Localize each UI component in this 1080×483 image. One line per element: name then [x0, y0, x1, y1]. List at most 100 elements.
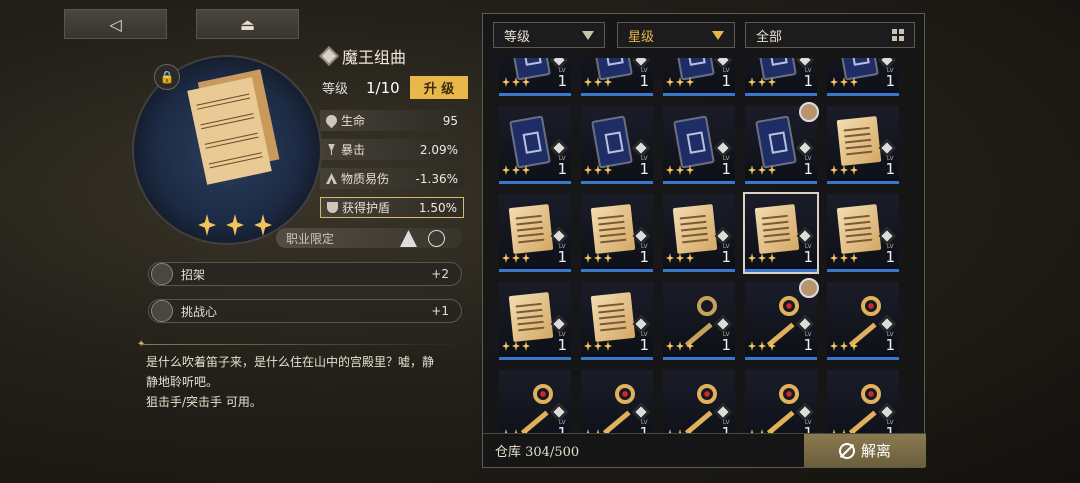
inventory-item[interactable]: LV 1 — [581, 106, 653, 184]
sniper-class-icon[interactable] — [400, 230, 417, 247]
level-label: 等级 — [322, 82, 349, 97]
eject-button[interactable]: ⏏ — [196, 9, 299, 39]
item-level: LV 1 — [639, 419, 649, 434]
card-item-icon — [509, 115, 551, 169]
item-level: LV 1 — [639, 67, 649, 90]
inventory-item[interactable]: LV 1 — [827, 194, 899, 272]
item-level: LV 1 — [721, 419, 731, 434]
inventory-item[interactable]: LV 1 — [827, 370, 899, 434]
inventory-item[interactable]: LV 1 — [745, 370, 817, 434]
item-level: LV 1 — [803, 155, 813, 178]
item-stars — [502, 165, 530, 175]
item-stars — [830, 253, 858, 263]
item-type-icon — [632, 227, 650, 245]
sheet-music-icon — [590, 204, 636, 254]
card-item-icon — [755, 115, 797, 169]
lock-icon[interactable]: 🔒 — [154, 64, 180, 90]
class-limit-label: 职业限定 — [286, 231, 335, 246]
inventory-item[interactable]: LV 1 — [663, 194, 735, 272]
inventory-item[interactable]: LV 1 — [827, 282, 899, 360]
sheet-music-icon — [754, 204, 800, 254]
inventory-item[interactable]: LV 1 — [663, 370, 735, 434]
sheet-music-icon — [672, 204, 718, 254]
item-stars — [748, 341, 776, 351]
inventory-grid-viewport[interactable]: LV 1 LV 1 LV 1 LV 1 LV 1 LV 1 LV 1 LV 1 LV 1 LV 1 LV 1 LV 1 LV 1 L… — [499, 58, 903, 434]
item-name: 魔王组曲 — [342, 48, 407, 67]
item-level: LV 1 — [721, 243, 731, 266]
item-stars — [748, 77, 776, 87]
inventory-item[interactable]: LV 1 — [663, 106, 735, 184]
inventory-item[interactable]: LV 1 — [499, 106, 571, 184]
item-stars — [584, 253, 612, 263]
item-level: LV 1 — [639, 155, 649, 178]
inventory-item[interactable]: LV 1 — [499, 58, 571, 96]
upgrade-button[interactable]: 升 级 — [409, 76, 469, 99]
grid-icon — [892, 29, 904, 41]
item-level: LV 1 — [885, 155, 895, 178]
item-level: LV 1 — [721, 67, 731, 90]
item-stars — [502, 253, 530, 263]
item-stars — [830, 341, 858, 351]
skill-icon — [151, 263, 173, 285]
inventory-item[interactable]: LV 1 — [827, 106, 899, 184]
dropdown-arrow-icon — [582, 30, 594, 40]
dropdown-arrow-icon — [712, 30, 724, 40]
item-type-icon — [878, 227, 896, 245]
item-type-icon — [714, 227, 732, 245]
star-filter-dropdown[interactable]: 星级 — [617, 22, 735, 48]
item-stars — [748, 165, 776, 175]
inventory-item[interactable]: LV 1 — [827, 58, 899, 96]
inventory-item[interactable]: LV 1 — [499, 370, 571, 434]
stat-row-crit: 暴击 2.09% — [320, 139, 464, 160]
inventory-item[interactable]: LV 1 — [745, 102, 819, 184]
inventory-item[interactable]: LV 1 — [581, 194, 653, 272]
back-button[interactable]: ◁ — [64, 9, 167, 39]
inventory-item[interactable]: LV 1 — [663, 58, 735, 96]
item-stars — [584, 165, 612, 175]
item-level: LV 1 — [721, 155, 731, 178]
star-icon — [198, 214, 216, 236]
item-type-icon — [550, 315, 568, 333]
item-stars — [830, 165, 858, 175]
crit-icon — [328, 144, 335, 155]
item-rarity-stars — [198, 214, 272, 236]
inventory-item[interactable]: LV 1 — [581, 58, 653, 96]
inventory-item[interactable]: LV 1 — [745, 58, 817, 96]
level-value: 1/10 — [366, 78, 400, 97]
item-description: 是什么吹着笛子来，是什么住在山中的宫殿里？嘘，静 静地聆听吧。 狙击手/突击手 … — [146, 355, 435, 409]
key-icon — [839, 294, 883, 347]
divider — [140, 344, 465, 345]
stat-row-vulnerability: 物质易伤 -1.36% — [320, 168, 464, 189]
item-level: LV 1 — [721, 331, 731, 354]
category-filter[interactable]: 全部 — [745, 22, 915, 48]
item-level: LV 1 — [557, 155, 567, 178]
inventory-item[interactable]: LV 1 — [745, 278, 819, 360]
level-filter-dropdown[interactable]: 等级 — [493, 22, 605, 48]
item-level: LV 1 — [803, 331, 813, 354]
stat-row-hp: 生命 95 — [320, 110, 464, 131]
inventory-item[interactable]: LV 1 — [581, 370, 653, 434]
key-icon — [511, 382, 555, 434]
item-level: LV 1 — [803, 419, 813, 434]
item-level: LV 1 — [639, 243, 649, 266]
assault-class-icon[interactable] — [428, 230, 445, 247]
inventory-item[interactable]: LV 1 — [581, 282, 653, 360]
inventory-item[interactable]: LV 1 — [499, 282, 571, 360]
skill-icon — [151, 300, 173, 322]
inventory-item[interactable]: LV 1 — [663, 282, 735, 360]
item-stars — [666, 341, 694, 351]
inventory-item[interactable]: LV 1 — [499, 194, 571, 272]
item-stars — [666, 165, 694, 175]
heart-icon — [323, 112, 340, 129]
skill-row-challenge[interactable]: 挑战心 +1 — [148, 299, 462, 323]
item-type-icon — [550, 227, 568, 245]
inventory-item[interactable]: LV 1 — [743, 192, 819, 274]
skill-row-parry[interactable]: 招架 +2 — [148, 262, 462, 286]
dismantle-button[interactable]: 解离 — [804, 434, 926, 467]
item-type-icon — [550, 139, 568, 157]
item-type-icon — [796, 139, 814, 157]
dismantle-icon — [838, 442, 855, 459]
key-icon — [839, 382, 883, 434]
inventory-panel: 等级 星级 全部 LV 1 LV 1 LV 1 LV 1 LV 1 LV 1 LV 1 LV 1 LV 1 LV 1 L… — [482, 13, 926, 468]
item-level: LV 1 — [639, 331, 649, 354]
